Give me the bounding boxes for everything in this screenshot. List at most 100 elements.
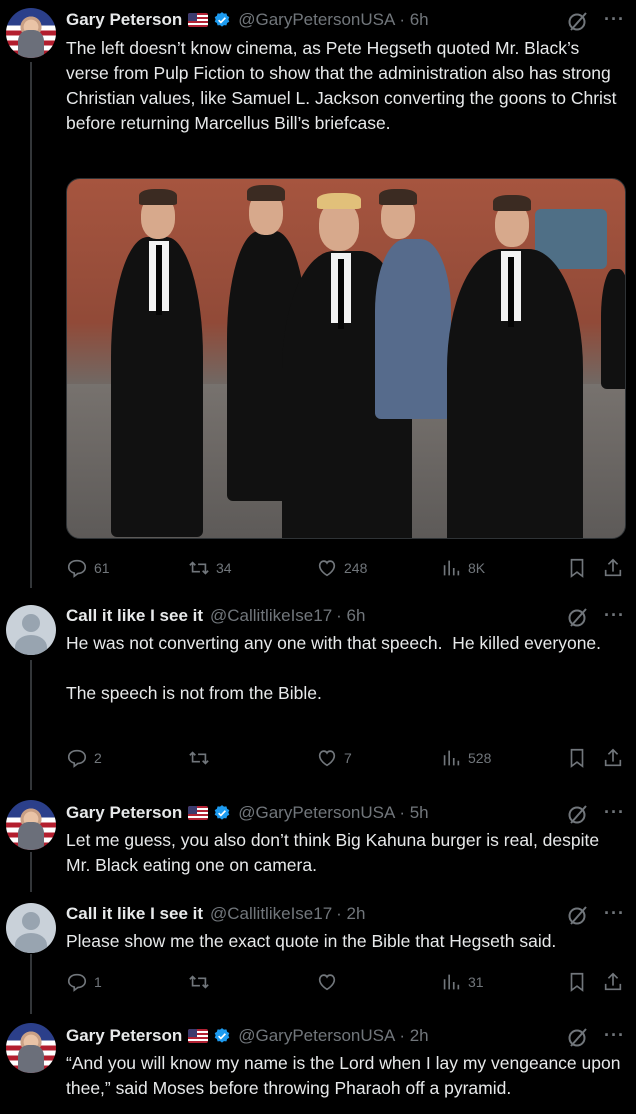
tweet[interactable]: Call it like I see it @CallitlikeIse17 ·… xyxy=(0,595,636,785)
like-icon xyxy=(318,750,336,767)
avatar[interactable] xyxy=(6,8,56,58)
author-name[interactable]: Call it like I see it xyxy=(66,606,203,626)
reply-count: 1 xyxy=(94,974,102,990)
author-handle[interactable]: @CallitlikeIse17 xyxy=(210,904,332,924)
repost-button[interactable] xyxy=(188,747,216,769)
views-count: 31 xyxy=(468,974,484,990)
figure xyxy=(493,195,531,211)
views-count: 8K xyxy=(468,560,486,576)
bookmark-icon[interactable] xyxy=(566,747,588,769)
views-icon xyxy=(443,560,460,576)
repost-button[interactable] xyxy=(188,971,216,993)
verified-badge-icon[interactable] xyxy=(213,11,231,29)
tweet-header: Gary Peterson @GaryPetersonUSA · 2h xyxy=(66,1025,429,1047)
grok-icon[interactable] xyxy=(566,9,590,33)
share-icon[interactable] xyxy=(602,971,624,993)
grok-icon[interactable] xyxy=(566,1025,590,1049)
reply-icon xyxy=(67,749,87,768)
repost-icon xyxy=(189,751,209,765)
figure xyxy=(139,189,177,205)
more-icon[interactable]: ··· xyxy=(604,10,625,28)
like-count: 248 xyxy=(344,560,368,576)
views-count: 528 xyxy=(468,750,492,766)
avatar[interactable] xyxy=(6,605,56,655)
more-icon[interactable]: ··· xyxy=(604,606,625,624)
bookmark-icon[interactable] xyxy=(566,971,588,993)
author-handle[interactable]: @GaryPetersonUSA xyxy=(238,1026,395,1046)
grok-icon[interactable] xyxy=(566,903,590,927)
tweet-header: Call it like I see it @CallitlikeIse17 ·… xyxy=(66,605,365,627)
tweet-header: Gary Peterson @GaryPetersonUSA · 5h xyxy=(66,802,429,824)
views-icon xyxy=(443,750,460,766)
tweet-header: Call it like I see it @CallitlikeIse17 ·… xyxy=(66,903,365,925)
figure xyxy=(508,257,514,327)
tweet-text: Please show me the exact quote in the Bi… xyxy=(66,931,557,951)
bookmark-icon[interactable] xyxy=(566,557,588,579)
timestamp[interactable]: · 5h xyxy=(399,803,428,823)
reply-count: 61 xyxy=(94,560,110,576)
avatar[interactable] xyxy=(6,800,56,850)
author-name[interactable]: Call it like I see it xyxy=(66,904,203,924)
author-name[interactable]: Gary Peterson xyxy=(66,1026,182,1046)
reply-button[interactable]: 2 xyxy=(66,747,102,769)
tweet-actions: 61 34 248 8K xyxy=(66,557,626,581)
views-button[interactable]: 528 xyxy=(440,747,491,769)
views-button[interactable]: 31 xyxy=(440,971,484,993)
reply-button[interactable]: 61 xyxy=(66,557,110,579)
timestamp[interactable]: · 2h xyxy=(336,904,365,924)
tweet-text: Let me guess, you also don’t think Big K… xyxy=(66,830,604,875)
tweet-actions: 2 7 528 xyxy=(66,747,626,771)
like-button[interactable]: 7 xyxy=(316,747,352,769)
repost-icon xyxy=(189,561,209,575)
timestamp[interactable]: · 6h xyxy=(336,606,365,626)
tweet-image[interactable] xyxy=(66,178,626,539)
like-button[interactable]: 248 xyxy=(316,557,367,579)
more-icon[interactable]: ··· xyxy=(604,1026,625,1044)
more-icon[interactable]: ··· xyxy=(604,904,625,922)
author-handle[interactable]: @GaryPetersonUSA xyxy=(238,803,395,823)
repost-count: 34 xyxy=(216,560,232,576)
verified-badge-icon[interactable] xyxy=(213,804,231,822)
reply-button[interactable]: 1 xyxy=(66,971,102,993)
figure xyxy=(375,239,451,419)
figure xyxy=(247,185,285,201)
tweet[interactable]: Gary Peterson @GaryPetersonUSA · 6h ··· … xyxy=(0,0,636,590)
views-button[interactable]: 8K xyxy=(440,557,485,579)
author-handle[interactable]: @CallitlikeIse17 xyxy=(210,606,332,626)
share-icon[interactable] xyxy=(602,557,624,579)
more-icon[interactable]: ··· xyxy=(604,803,625,821)
grok-icon[interactable] xyxy=(566,605,590,629)
avatar[interactable] xyxy=(6,1023,56,1073)
tweet-header: Gary Peterson @GaryPetersonUSA · 6h xyxy=(66,9,429,31)
repost-button[interactable]: 34 xyxy=(188,557,232,579)
share-icon[interactable] xyxy=(602,747,624,769)
figure xyxy=(601,269,625,389)
verified-badge-icon[interactable] xyxy=(213,1027,231,1045)
tweet[interactable]: Gary Peterson @GaryPetersonUSA · 5h ··· … xyxy=(0,792,636,887)
us-flag-icon xyxy=(188,1029,209,1043)
like-icon xyxy=(318,974,336,991)
like-button[interactable] xyxy=(316,971,344,993)
reply-icon xyxy=(67,973,87,992)
us-flag-icon xyxy=(188,806,209,820)
tweet[interactable]: Gary Peterson @GaryPetersonUSA · 2h ··· … xyxy=(0,1015,636,1114)
tweet-text: The left doesn’t know cinema, as Pete He… xyxy=(66,38,622,133)
author-name[interactable]: Gary Peterson xyxy=(66,803,182,823)
repost-icon xyxy=(189,975,209,989)
tweet-actions: 1 31 xyxy=(66,971,626,995)
author-name[interactable]: Gary Peterson xyxy=(66,10,182,30)
author-handle[interactable]: @GaryPetersonUSA xyxy=(238,10,395,30)
avatar[interactable] xyxy=(6,903,56,953)
timestamp[interactable]: · 2h xyxy=(399,1026,428,1046)
views-icon xyxy=(443,974,460,990)
figure xyxy=(156,245,162,315)
figure xyxy=(379,189,417,205)
grok-icon[interactable] xyxy=(566,802,590,826)
tweet-text: “And you will know my name is the Lord w… xyxy=(66,1053,626,1098)
us-flag-icon xyxy=(188,13,209,27)
reply-icon xyxy=(67,559,87,578)
like-icon xyxy=(318,560,336,577)
timestamp[interactable]: · 6h xyxy=(399,10,428,30)
tweet[interactable]: Call it like I see it @CallitlikeIse17 ·… xyxy=(0,893,636,1008)
reply-count: 2 xyxy=(94,750,102,766)
